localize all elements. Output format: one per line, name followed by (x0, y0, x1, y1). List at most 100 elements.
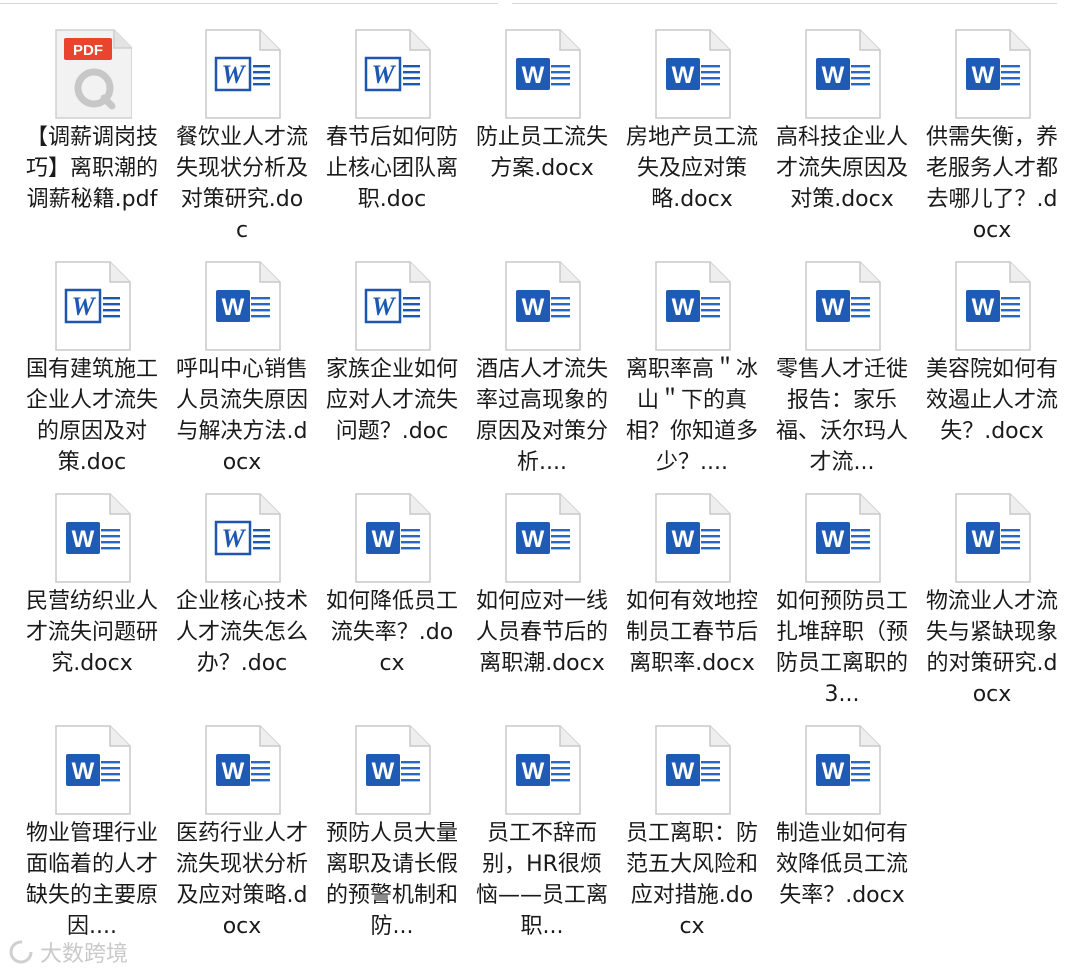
svg-text:W: W (822, 526, 845, 553)
file-item[interactable]: W 物业管理行业面临着的人才缺失的主要原因.... (17, 716, 167, 946)
file-name: 企业核心技术人才流失怎么办？.doc (175, 589, 308, 676)
file-name: 高科技企业人才流失原因及对策.docx (775, 125, 908, 212)
window-top-edge (0, 0, 1070, 6)
svg-text:W: W (222, 758, 245, 785)
file-name: 呼叫中心销售人员流失原因与解决方法.docx (175, 357, 308, 475)
svg-text:W: W (672, 758, 695, 785)
file-item[interactable]: W 制造业如何有效降低员工流失率？.docx (767, 716, 917, 946)
word-docx-file-icon: W (802, 724, 882, 816)
svg-text:W: W (822, 62, 845, 89)
word-docx-file-icon: W (952, 28, 1032, 120)
file-item[interactable]: W 防止员工流失方案.docx (467, 20, 617, 250)
word-docx-file-icon: W (802, 492, 882, 584)
file-item[interactable]: W 国有建筑施工企业人才流失的原因及对策.doc (17, 252, 167, 482)
word-doc-file-icon: W (352, 260, 432, 352)
file-item[interactable]: W 美容院如何有效遏止人才流失？.docx (917, 252, 1067, 482)
file-item[interactable]: W 如何应对一线人员春节后的离职潮.docx (467, 484, 617, 714)
svg-text:W: W (522, 526, 545, 553)
word-doc-file-icon: W (52, 260, 132, 352)
word-docx-file-icon: W (502, 492, 582, 584)
file-name: 医药行业人才流失现状分析及应对策略.docx (175, 821, 308, 939)
file-item[interactable]: W 员工离职：防范五大风险和应对措施.docx (617, 716, 767, 946)
file-item[interactable]: W 高科技企业人才流失原因及对策.docx (767, 20, 917, 250)
file-item[interactable]: W 医药行业人才流失现状分析及应对策略.docx (167, 716, 317, 946)
svg-text:W: W (972, 294, 995, 321)
word-doc-file-icon: W (352, 28, 432, 120)
word-docx-file-icon: W (502, 28, 582, 120)
svg-text:W: W (372, 526, 395, 553)
file-name: 国有建筑施工企业人才流失的原因及对策.doc (25, 357, 158, 475)
file-item[interactable]: W 离职率高＂冰山＂下的真相？你知道多少？.... (617, 252, 767, 482)
file-item[interactable]: W 预防人员大量离职及请长假的预警机制和防... (317, 716, 467, 946)
svg-text:W: W (221, 60, 246, 89)
svg-text:W: W (371, 60, 396, 89)
file-name: 物业管理行业面临着的人才缺失的主要原因.... (25, 821, 158, 939)
word-docx-file-icon: W (652, 492, 732, 584)
word-docx-file-icon: W (202, 724, 282, 816)
svg-text:W: W (672, 294, 695, 321)
word-docx-file-icon: W (652, 724, 732, 816)
svg-text:W: W (371, 292, 396, 321)
file-name: 物流业人才流失与紧缺现象的对策研究.docx (925, 589, 1058, 707)
svg-text:W: W (522, 294, 545, 321)
file-name: 春节后如何防止核心团队离职.doc (325, 125, 458, 212)
file-item[interactable]: W 物流业人才流失与紧缺现象的对策研究.docx (917, 484, 1067, 714)
file-name: 员工不辞而别，HR很烦恼——员工离职... (475, 821, 608, 939)
file-item[interactable]: W 春节后如何防止核心团队离职.doc (317, 20, 467, 250)
watermark: 大数跨境 (8, 937, 128, 967)
file-name: 员工离职：防范五大风险和应对措施.docx (625, 821, 758, 939)
word-docx-file-icon: W (802, 260, 882, 352)
file-item[interactable]: W 呼叫中心销售人员流失原因与解决方法.docx (167, 252, 317, 482)
file-name: 如何有效地控制员工春节后离职率.docx (625, 589, 758, 676)
word-docx-file-icon: W (202, 260, 282, 352)
file-name: 防止员工流失方案.docx (475, 125, 608, 181)
file-item[interactable]: W 民营纺织业人才流失问题研究.docx (17, 484, 167, 714)
word-docx-file-icon: W (652, 28, 732, 120)
word-docx-file-icon: W (52, 492, 132, 584)
word-docx-file-icon: W (652, 260, 732, 352)
file-name: 预防人员大量离职及请长假的预警机制和防... (325, 821, 458, 939)
svg-text:W: W (72, 526, 95, 553)
file-name: 【调薪调岗技巧】离职潮的调薪秘籍.pdf (25, 125, 158, 212)
svg-text:PDF: PDF (73, 42, 103, 59)
svg-text:W: W (522, 758, 545, 785)
file-item[interactable]: W 如何有效地控制员工春节后离职率.docx (617, 484, 767, 714)
svg-text:W: W (672, 526, 695, 553)
svg-text:W: W (822, 758, 845, 785)
svg-text:W: W (972, 62, 995, 89)
pdf-file-icon: PDF (52, 28, 133, 120)
file-item[interactable]: W 如何降低员工流失率？.docx (317, 484, 467, 714)
svg-text:W: W (221, 524, 246, 553)
svg-text:W: W (72, 758, 95, 785)
svg-text:W: W (972, 526, 995, 553)
file-item[interactable]: W 供需失衡，养老服务人才都去哪儿了？.docx (917, 20, 1067, 250)
file-item[interactable]: PDF 【调薪调岗技巧】离职潮的调薪秘籍.pdf (17, 20, 167, 250)
svg-text:W: W (672, 62, 695, 89)
file-item[interactable]: W 酒店人才流失率过高现象的原因及对策分析.... (467, 252, 617, 482)
word-docx-file-icon: W (52, 724, 132, 816)
svg-text:W: W (372, 758, 395, 785)
file-name: 零售人才迁徙报告：家乐福、沃尔玛人才流... (775, 357, 908, 475)
file-item[interactable]: W 员工不辞而别，HR很烦恼——员工离职... (467, 716, 617, 946)
file-name: 家族企业如何应对人才流失问题？.doc (325, 357, 458, 444)
word-docx-file-icon: W (502, 260, 582, 352)
file-name: 美容院如何有效遏止人才流失？.docx (925, 357, 1058, 444)
toolbar-edge-left (0, 0, 498, 4)
svg-text:W: W (822, 294, 845, 321)
word-docx-file-icon: W (952, 260, 1032, 352)
file-item[interactable]: W 房地产员工流失及应对策略.docx (617, 20, 767, 250)
file-item[interactable]: W 企业核心技术人才流失怎么办？.doc (167, 484, 317, 714)
word-docx-file-icon: W (352, 724, 432, 816)
word-docx-file-icon: W (802, 28, 882, 120)
word-doc-file-icon: W (202, 28, 282, 120)
file-item[interactable]: W 零售人才迁徙报告：家乐福、沃尔玛人才流... (767, 252, 917, 482)
svg-text:W: W (71, 292, 96, 321)
file-item[interactable]: W 如何预防员工扎堆辞职（预防员工离职的3... (767, 484, 917, 714)
word-docx-file-icon: W (502, 724, 582, 816)
file-item[interactable]: W 家族企业如何应对人才流失问题？.doc (317, 252, 467, 482)
file-name: 酒店人才流失率过高现象的原因及对策分析.... (475, 357, 608, 475)
file-name: 如何应对一线人员春节后的离职潮.docx (475, 589, 608, 676)
file-item[interactable]: W 餐饮业人才流失现状分析及对策研究.doc (167, 20, 317, 250)
file-name: 离职率高＂冰山＂下的真相？你知道多少？.... (625, 357, 758, 475)
watermark-text: 大数跨境 (40, 942, 129, 967)
